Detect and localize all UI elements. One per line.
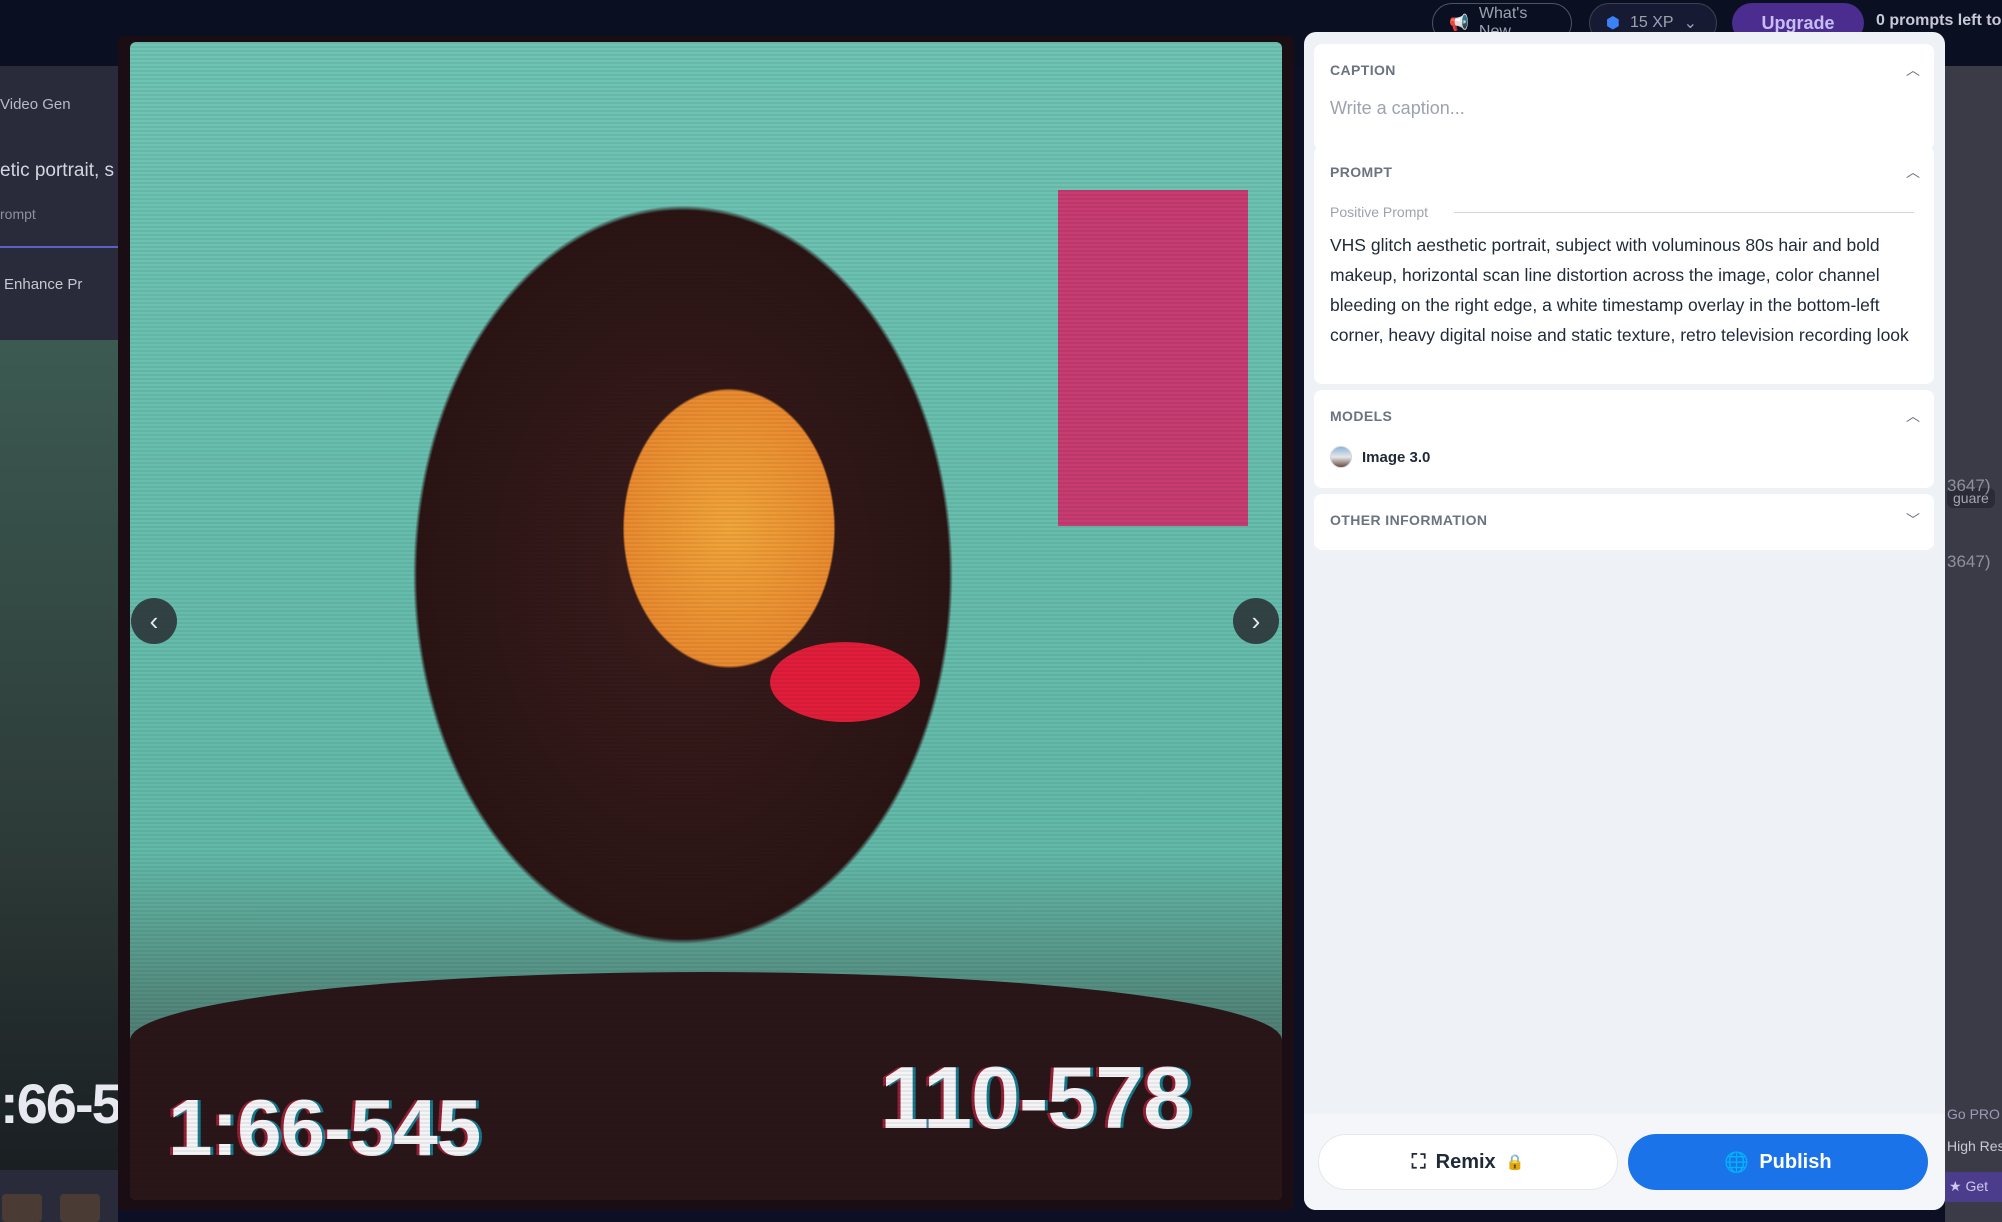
model-name: Image 3.0: [1362, 448, 1431, 466]
caption-section: CAPTION ︿: [1314, 44, 1934, 150]
count-text: 3647): [1947, 476, 1991, 495]
positive-prompt-label: Positive Prompt: [1330, 204, 1429, 220]
remix-button[interactable]: ⛶ Remix 🔒: [1318, 1134, 1618, 1190]
prompt-text: VHS glitch aesthetic portrait, subject w…: [1330, 235, 1909, 345]
glitch-block: [1058, 190, 1248, 526]
other-information-section[interactable]: OTHER INFORMATION ﹀: [1314, 494, 1934, 550]
chevron-left-icon: ‹: [149, 605, 159, 636]
enhance-prompt-button[interactable]: Enhance Pr: [4, 276, 82, 293]
shield-icon: ⬢: [1606, 15, 1620, 32]
megaphone-icon: 📢: [1449, 15, 1469, 32]
other-information-header: OTHER INFORMATION: [1330, 512, 1488, 528]
background-stamp: :66-5: [0, 1072, 118, 1135]
shirt-shape: [130, 972, 1282, 1200]
divider: [0, 246, 118, 248]
chevron-down-icon: ⌄: [1683, 15, 1697, 32]
count-text: 3647): [1947, 552, 1991, 571]
chevron-up-icon[interactable]: ︿: [1906, 406, 1920, 426]
globe-icon: 🌐: [1724, 1151, 1750, 1174]
prompt-label: rompt: [0, 206, 36, 222]
details-panel: CAPTION ︿ PROMPT ︿ Positive Prompt VHS g…: [1304, 32, 1945, 1210]
lips-shape: [770, 642, 920, 722]
timestamp-right: 110-578: [880, 1048, 1192, 1147]
chevron-down-icon[interactable]: ﹀: [1906, 510, 1920, 530]
get-button[interactable]: ★ Get: [1945, 1172, 2002, 1202]
models-section: MODELS ︿ Image 3.0: [1314, 390, 1934, 488]
divider: [1454, 212, 1914, 213]
model-item: Image 3.0: [1330, 446, 1430, 468]
thumbnail[interactable]: [2, 1194, 42, 1222]
lock-icon: 🔒: [1505, 1154, 1525, 1171]
chevron-up-icon[interactable]: ︿: [1906, 162, 1920, 182]
thumbnail[interactable]: [60, 1194, 100, 1222]
go-pro-label: Go PRO: [1947, 1106, 2000, 1122]
prompt-header: PROMPT: [1330, 164, 1393, 180]
thumbnail-strip: [0, 1194, 118, 1222]
prompts-left-text: 0 prompts left tod: [1876, 12, 2002, 29]
models-header: MODELS: [1330, 408, 1393, 424]
remix-label: Remix: [1435, 1150, 1496, 1173]
prompt-snippet: etic portrait, s: [0, 160, 115, 181]
image-viewer: 1:66-545 110-578: [118, 36, 1294, 1210]
background-image: [0, 340, 118, 1170]
model-avatar: [1330, 446, 1352, 468]
publish-label: Publish: [1759, 1150, 1832, 1173]
background-right-panel: guare 3647) 3647) Go PRO High Res ★ Get: [1945, 66, 2002, 1222]
chevron-right-icon: ›: [1251, 605, 1261, 636]
caption-input[interactable]: [1330, 98, 1910, 119]
high-res-label: High Res: [1947, 1138, 2002, 1154]
background-left-panel: Video Gen etic portrait, s rompt Enhance…: [0, 66, 118, 1222]
next-image-button[interactable]: ›: [1233, 598, 1279, 644]
remix-icon: ⛶: [1411, 1150, 1426, 1173]
xp-label: 15 XP: [1629, 14, 1674, 31]
timestamp-left: 1:66-545: [168, 1083, 481, 1172]
get-label: Get: [1965, 1178, 1989, 1194]
generated-image: 1:66-545 110-578: [130, 42, 1282, 1200]
chevron-up-icon[interactable]: ︿: [1906, 60, 1920, 80]
prompt-section: PROMPT ︿ Positive Prompt VHS glitch aest…: [1314, 146, 1934, 384]
caption-header: CAPTION: [1330, 62, 1396, 78]
video-gen-tab[interactable]: Video Gen: [0, 96, 71, 113]
publish-button[interactable]: 🌐 Publish: [1628, 1134, 1928, 1190]
previous-image-button[interactable]: ‹: [131, 598, 177, 644]
